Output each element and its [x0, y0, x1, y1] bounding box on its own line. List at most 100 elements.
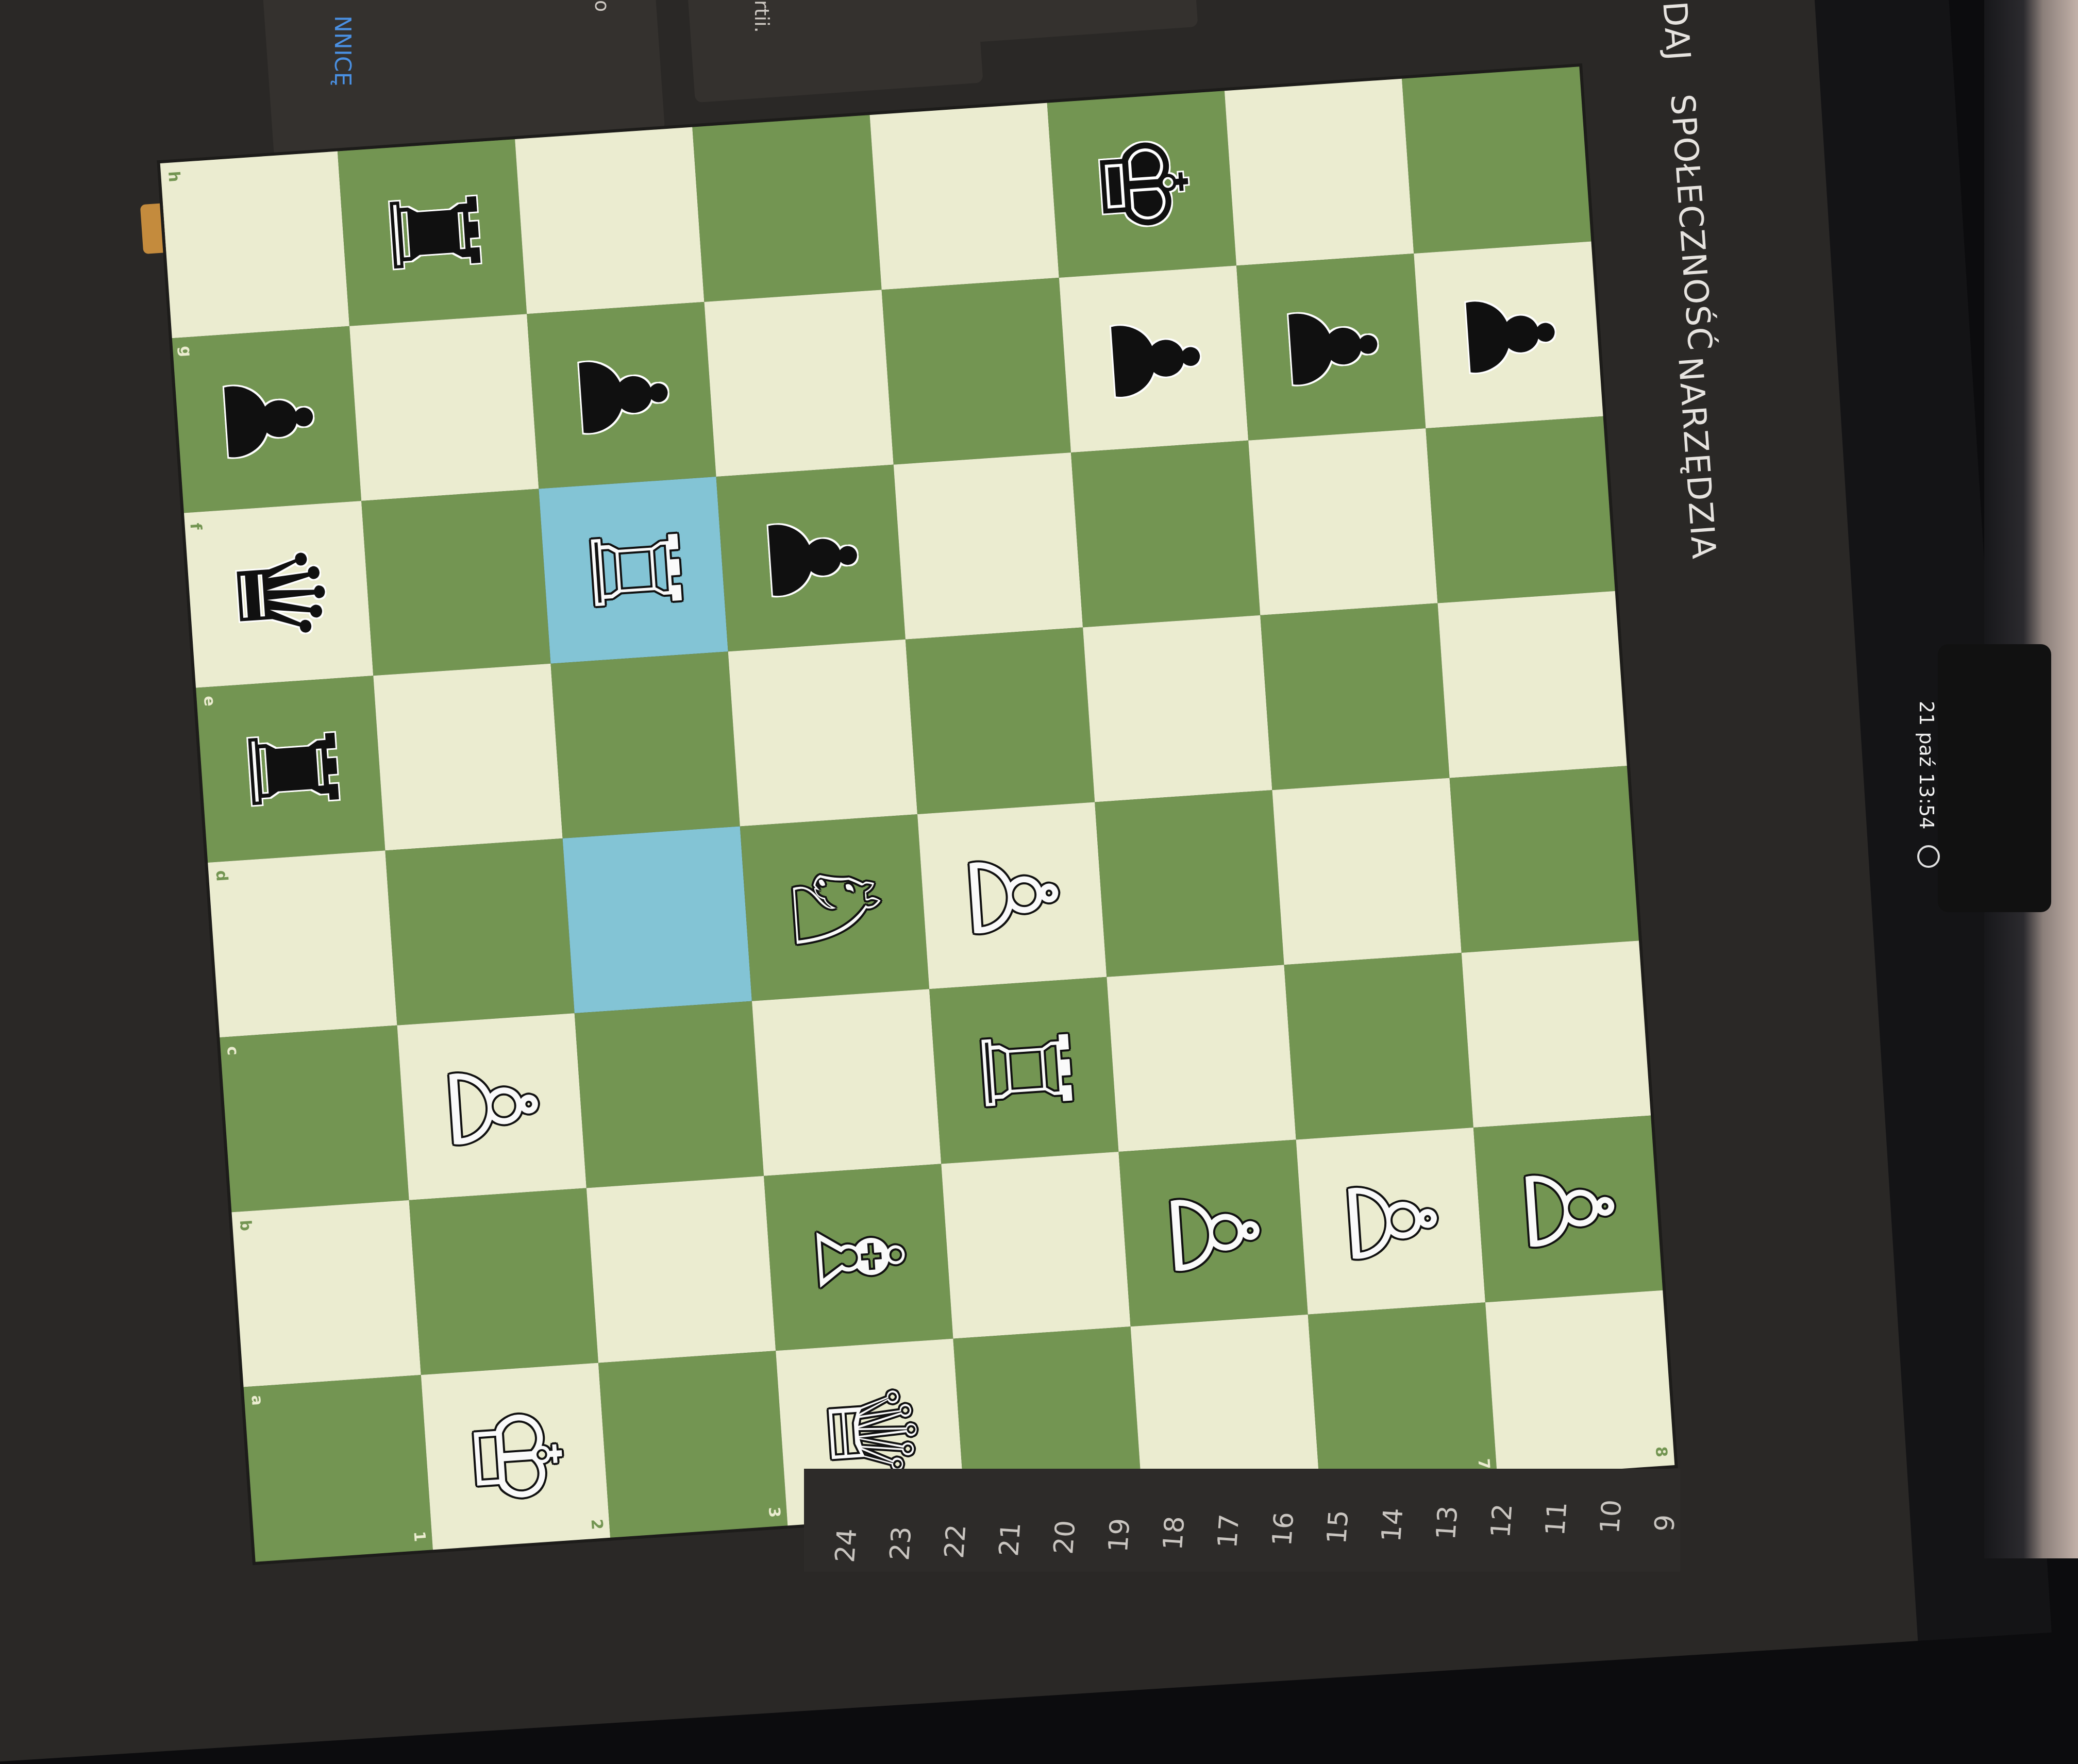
- black-pawn-icon[interactable]: ♟: [1415, 240, 1602, 429]
- square-g4[interactable]: [385, 838, 575, 1026]
- square-b2[interactable]: ♙: [1296, 1128, 1485, 1315]
- square-a7[interactable]: ♟: [1414, 240, 1603, 429]
- move-number: 17: [1212, 1513, 1246, 1550]
- square-h4[interactable]: d: [208, 850, 397, 1038]
- square-e7[interactable]: [704, 290, 894, 477]
- square-a6[interactable]: [1426, 416, 1615, 603]
- move-number: 14: [1376, 1506, 1410, 1543]
- square-g2[interactable]: [409, 1188, 598, 1375]
- square-c5[interactable]: [1083, 615, 1272, 802]
- square-a4[interactable]: [1449, 766, 1639, 953]
- square-e4[interactable]: ♘: [740, 813, 930, 1002]
- square-d5[interactable]: [905, 627, 1095, 814]
- black-pawn-icon[interactable]: ♟: [1237, 253, 1425, 442]
- square-e3[interactable]: [751, 989, 942, 1176]
- move-number: 9: [1649, 1513, 1682, 1533]
- panel-text-3: rtii.: [750, 0, 773, 33]
- white-pawn-icon[interactable]: ♙: [1120, 1138, 1307, 1328]
- webcam: [1938, 644, 2051, 912]
- square-d3[interactable]: ♖: [929, 976, 1119, 1165]
- white-pawn-icon[interactable]: ♙: [1474, 1114, 1662, 1303]
- square-f7[interactable]: ♟: [527, 301, 716, 490]
- square-d4[interactable]: ♙: [917, 802, 1107, 989]
- nav-item-daj[interactable]: DAJ: [1655, 0, 1697, 63]
- white-pawn-icon[interactable]: ♙: [398, 1012, 585, 1201]
- white-bishop-icon[interactable]: ♗: [765, 1163, 952, 1352]
- square-h8[interactable]: h: [160, 151, 350, 339]
- square-d8[interactable]: [869, 103, 1059, 290]
- black-king-icon[interactable]: ♚: [1048, 90, 1235, 279]
- square-g3[interactable]: ♙: [397, 1013, 586, 1200]
- square-f5[interactable]: [550, 651, 740, 838]
- black-rook-icon[interactable]: ♜: [197, 675, 384, 864]
- file-label: a: [247, 1395, 266, 1406]
- square-g5[interactable]: [373, 663, 563, 851]
- square-g6[interactable]: [361, 489, 551, 676]
- square-b1[interactable]: 7: [1308, 1302, 1498, 1489]
- square-f8[interactable]: [515, 127, 705, 314]
- square-g8[interactable]: ♜: [337, 138, 527, 327]
- panel-link-text[interactable]: NNICĘ: [329, 15, 356, 86]
- square-h6[interactable]: f ♛: [183, 500, 374, 689]
- square-b4[interactable]: [1272, 778, 1462, 965]
- file-label: h: [164, 170, 183, 183]
- square-c7[interactable]: ♟: [1059, 264, 1249, 453]
- square-a3[interactable]: [1461, 940, 1651, 1128]
- square-f1[interactable]: 3: [598, 1351, 788, 1538]
- square-f4[interactable]: [562, 826, 752, 1014]
- square-a1[interactable]: 8: [1485, 1290, 1675, 1477]
- square-b8[interactable]: [1224, 78, 1414, 266]
- square-d7[interactable]: [881, 277, 1071, 465]
- move-number: 23: [884, 1525, 918, 1562]
- bell-icon[interactable]: [1917, 845, 1940, 868]
- square-f3[interactable]: [574, 1001, 764, 1188]
- square-h2[interactable]: b: [231, 1200, 421, 1387]
- chess-board-container: h♜♚g♟♟♟♟♟f♛♖♟e♜d♘♙c♙♖b♗♙♙♙a12♔34♕5678: [160, 66, 1675, 1562]
- square-b6[interactable]: [1248, 428, 1438, 615]
- square-b3[interactable]: [1284, 952, 1473, 1140]
- square-f2[interactable]: [586, 1175, 776, 1363]
- square-g7[interactable]: [349, 314, 539, 501]
- white-rook-icon[interactable]: ♖: [540, 476, 727, 665]
- square-h3[interactable]: c: [220, 1025, 409, 1213]
- black-pawn-icon[interactable]: ♟: [717, 463, 904, 652]
- black-queen-icon[interactable]: ♛: [185, 500, 372, 689]
- square-h7[interactable]: g ♟: [172, 325, 362, 514]
- move-number: 22: [939, 1523, 973, 1560]
- white-knight-icon[interactable]: ♘: [741, 813, 928, 1002]
- square-h1[interactable]: a1: [243, 1375, 433, 1562]
- black-rook-icon[interactable]: ♜: [339, 138, 526, 327]
- square-h5[interactable]: e ♜: [196, 675, 386, 864]
- black-pawn-icon[interactable]: ♟: [528, 301, 715, 490]
- square-e8[interactable]: [692, 115, 882, 302]
- chess-board[interactable]: h♜♚g♟♟♟♟♟f♛♖♟e♜d♘♙c♙♖b♗♙♙♙a12♔34♕5678: [160, 66, 1675, 1562]
- black-pawn-icon[interactable]: ♟: [173, 325, 360, 514]
- square-b7[interactable]: ♟: [1236, 253, 1426, 442]
- square-e6[interactable]: ♟: [716, 463, 906, 652]
- square-e5[interactable]: [728, 639, 917, 827]
- move-number: 10: [1595, 1498, 1628, 1535]
- move-number: 20: [1048, 1519, 1082, 1556]
- square-d6[interactable]: [893, 452, 1083, 640]
- square-a2[interactable]: ♙: [1473, 1114, 1663, 1303]
- square-c6[interactable]: [1070, 440, 1261, 628]
- square-c2[interactable]: ♙: [1118, 1138, 1308, 1328]
- white-king-icon[interactable]: ♔: [422, 1362, 609, 1551]
- file-label: d: [212, 869, 231, 882]
- move-number: 15: [1321, 1508, 1355, 1545]
- white-rook-icon[interactable]: ♖: [930, 976, 1117, 1165]
- square-a8[interactable]: [1402, 66, 1591, 254]
- square-e2[interactable]: ♗: [764, 1164, 953, 1351]
- square-c8[interactable]: ♚: [1047, 90, 1237, 279]
- square-a5[interactable]: [1437, 591, 1627, 778]
- square-f6[interactable]: ♖: [539, 477, 728, 664]
- white-pawn-icon[interactable]: ♙: [1297, 1127, 1484, 1316]
- black-pawn-icon[interactable]: ♟: [1060, 264, 1247, 453]
- square-c4[interactable]: [1095, 790, 1284, 977]
- square-b5[interactable]: [1260, 603, 1450, 791]
- move-list[interactable]: 9 10 11 12 13 14 15 16 17 18 19 20 21 22 23 24: [804, 1469, 1682, 1572]
- square-c3[interactable]: [1107, 965, 1296, 1152]
- square-g1[interactable]: 2 ♔: [421, 1362, 611, 1551]
- white-pawn-icon[interactable]: ♙: [918, 801, 1105, 990]
- square-d2[interactable]: [941, 1151, 1131, 1339]
